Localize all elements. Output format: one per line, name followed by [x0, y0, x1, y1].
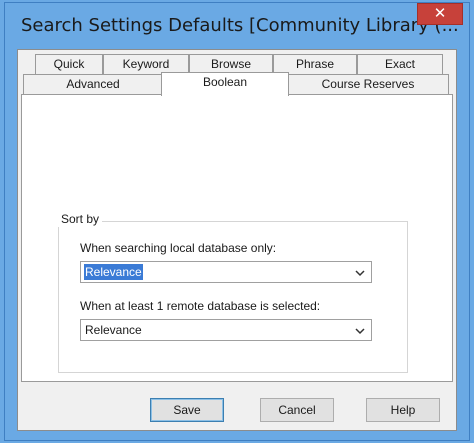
tab-advanced[interactable]: Advanced	[23, 74, 163, 94]
close-button[interactable]: ✕	[417, 3, 463, 25]
title-bar[interactable]: Search Settings Defaults [Community Libr…	[5, 3, 469, 49]
sort-by-label: Sort by	[58, 211, 103, 227]
remote-sort-value: Relevance	[85, 323, 142, 337]
tab-course-reserves[interactable]: Course Reserves	[287, 74, 449, 94]
local-sort-value: Relevance	[84, 264, 143, 280]
chevron-down-icon	[355, 328, 365, 335]
tab-boolean[interactable]: Boolean	[161, 72, 289, 96]
tab-panel-boolean: Sort by When searching local database on…	[21, 94, 453, 382]
save-button[interactable]: Save	[150, 398, 224, 422]
local-sort-select[interactable]: Relevance	[80, 261, 372, 283]
remote-sort-label: When at least 1 remote database is selec…	[80, 299, 321, 313]
dialog-body: Quick Keyword Browse Phrase Exact Advanc…	[17, 49, 457, 431]
remote-sort-select[interactable]: Relevance	[80, 319, 372, 341]
tab-browse[interactable]: Browse	[189, 54, 273, 74]
window-title: Search Settings Defaults [Community Libr…	[21, 15, 459, 36]
close-icon: ✕	[433, 4, 447, 22]
tab-exact[interactable]: Exact	[357, 54, 443, 74]
local-sort-label: When searching local database only:	[80, 241, 277, 255]
dialog-window: Search Settings Defaults [Community Libr…	[0, 0, 474, 443]
window-frame: Search Settings Defaults [Community Libr…	[4, 2, 470, 441]
help-button[interactable]: Help	[366, 398, 440, 422]
chevron-down-icon	[355, 270, 365, 277]
tab-phrase[interactable]: Phrase	[273, 54, 357, 74]
tab-quick[interactable]: Quick	[35, 54, 103, 74]
cancel-button[interactable]: Cancel	[260, 398, 334, 422]
tab-strip: Quick Keyword Browse Phrase Exact Advanc…	[21, 54, 453, 96]
tab-keyword[interactable]: Keyword	[103, 54, 189, 74]
